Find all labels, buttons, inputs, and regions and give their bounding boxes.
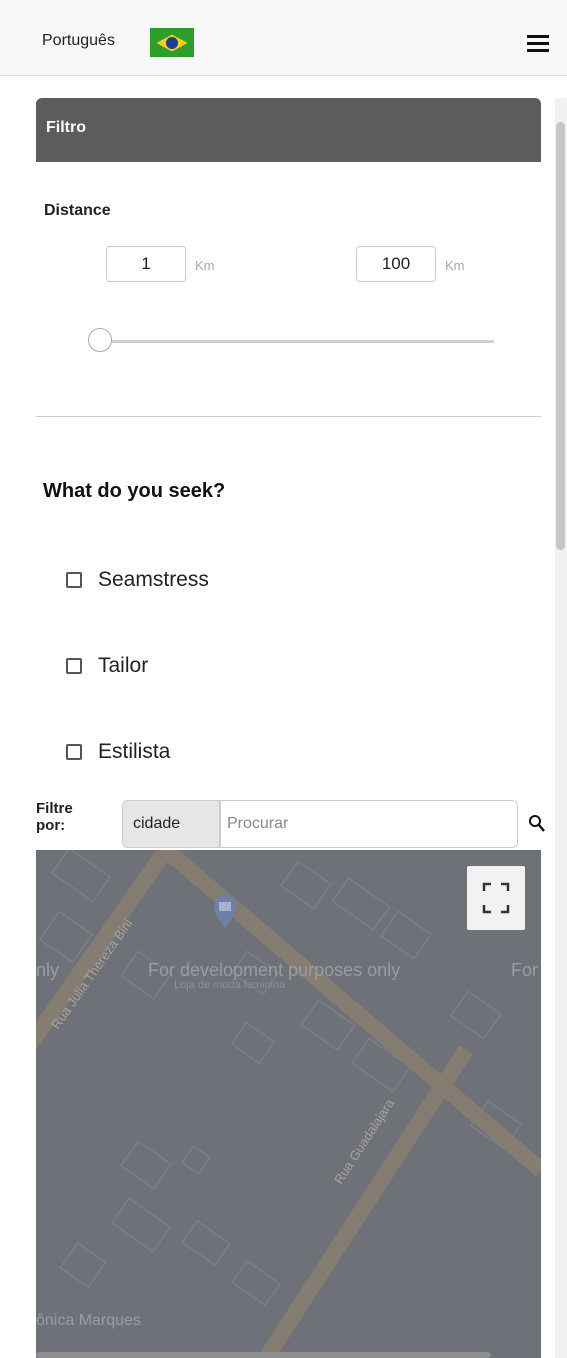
fullscreen-icon [482,882,510,914]
max-distance-unit: Km [445,258,465,273]
distance-slider-track[interactable] [100,340,494,343]
distance-slider-thumb[interactable] [88,328,112,352]
search-input[interactable]: Procurar [220,800,518,848]
checkbox[interactable] [66,744,82,760]
horizontal-scrollbar[interactable] [36,1352,491,1358]
place-label-partial: ônica Marques [36,1312,141,1329]
min-distance-unit: Km [195,258,215,273]
distance-label: Distance [44,202,111,219]
watermark-right: For [511,960,538,980]
min-distance-input[interactable]: 1 [106,246,186,282]
fullscreen-button[interactable] [467,866,525,930]
max-distance-input[interactable]: 100 [356,246,436,282]
filter-by-label: Filtre por: [36,800,73,834]
option-label: Seamstress [98,568,209,591]
seek-title: What do you seek? [43,480,226,502]
checkbox[interactable] [66,658,82,674]
divider [36,416,541,417]
map-watermark: For development purposes only [148,960,400,980]
city-filter-button[interactable]: cidade [122,800,220,848]
option-label: Tailor [98,654,149,677]
search-icon[interactable] [528,814,546,834]
map-canvas[interactable]: Rua Julia Thereza Bini Rua Guadalajara L… [36,850,541,1358]
place-name: Loja de moda feminina [174,979,286,991]
scrollbar-thumb[interactable] [556,122,565,550]
brazil-flag-icon[interactable] [150,28,194,57]
filter-header: Filtro [36,98,541,162]
map[interactable]: Rua Julia Thereza Bini Rua Guadalajara L… [36,850,541,1358]
top-bar: Português [0,0,567,76]
option-label: Estilista [98,740,171,763]
language-label[interactable]: Português [42,32,115,50]
place-pin-icon[interactable] [214,895,236,928]
checkbox[interactable] [66,572,82,588]
hamburger-menu-icon[interactable] [527,35,549,53]
watermark-left: nly [36,960,59,980]
